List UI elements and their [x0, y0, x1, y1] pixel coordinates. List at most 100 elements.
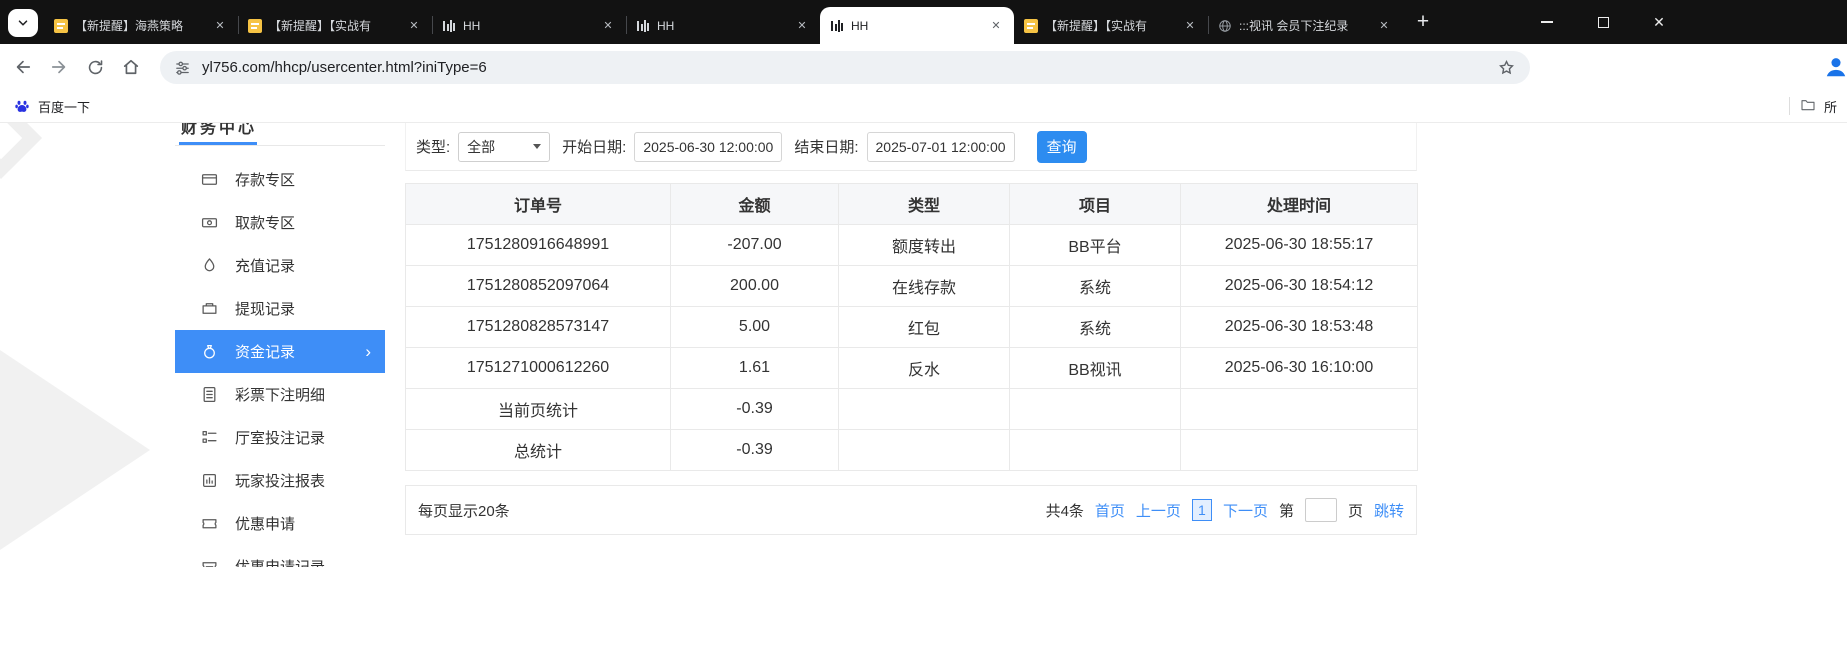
current-page-badge[interactable]: 1: [1192, 499, 1212, 521]
close-tab-icon[interactable]: ✕: [1376, 18, 1392, 34]
withdraw-box-icon: [201, 300, 218, 317]
profile-avatar[interactable]: [1821, 52, 1847, 82]
start-date-input[interactable]: [634, 132, 782, 162]
droplet-icon: [201, 257, 218, 274]
sidebar-item-promo-application[interactable]: 优惠申请: [175, 502, 385, 545]
reload-button[interactable]: [80, 52, 110, 82]
close-tab-icon[interactable]: ✕: [988, 18, 1004, 34]
new-tab-button[interactable]: +: [1408, 9, 1438, 37]
maximize-button[interactable]: [1575, 0, 1631, 44]
close-tab-icon[interactable]: ✕: [1182, 18, 1198, 34]
cell-empty: [1181, 389, 1418, 430]
close-window-button[interactable]: ✕: [1631, 0, 1687, 44]
sidebar-item-promo-application-records[interactable]: 优惠申请记录: [175, 545, 385, 567]
cell-amount: -207.00: [671, 225, 839, 266]
col-amount: 金额: [671, 184, 839, 225]
bookmarks-right: 所: [1789, 97, 1837, 116]
tab-search-button[interactable]: [8, 9, 38, 37]
folder-icon: [1800, 97, 1816, 116]
tabs: 【新提醒】海燕策略 ✕ 【新提醒】【实战有 ✕ HH ✕ HH ✕ HH: [44, 7, 1402, 44]
active-tab-underline: [179, 142, 257, 145]
window-controls: ✕: [1519, 0, 1687, 44]
back-button[interactable]: [8, 52, 38, 82]
forward-icon: [49, 57, 69, 77]
tab-1[interactable]: 【新提醒】海燕策略 ✕: [44, 7, 238, 44]
sidebar-item-withdrawal-records[interactable]: 提现记录: [175, 287, 385, 330]
sidebar-item-player-bet-report[interactable]: 玩家投注报表: [175, 459, 385, 502]
tab-2[interactable]: 【新提醒】【实战有 ✕: [238, 7, 432, 44]
home-button[interactable]: [116, 52, 146, 82]
bookmark-label: 百度一下: [38, 97, 90, 116]
sidebar-menu: 存款专区 取款专区 充值记录 提现记录 资金记录 ›: [175, 146, 385, 567]
tune-icon: [174, 59, 191, 76]
table-header-row: 订单号 金额 类型 项目 处理时间: [406, 184, 1418, 225]
type-select[interactable]: 全部: [458, 132, 550, 162]
col-project: 项目: [1010, 184, 1181, 225]
close-tab-icon[interactable]: ✕: [406, 18, 422, 34]
close-tab-icon[interactable]: ✕: [794, 18, 810, 34]
bookmarks-bar: 百度一下 所: [0, 90, 1847, 123]
jump-suffix-text: 页: [1348, 500, 1363, 521]
first-page-link[interactable]: 首页: [1095, 500, 1125, 521]
sidebar-item-label: 取款专区: [235, 212, 295, 233]
tab-3[interactable]: HH ✕: [432, 7, 626, 44]
tab-4[interactable]: HH ✕: [626, 7, 820, 44]
close-tab-icon[interactable]: ✕: [600, 18, 616, 34]
sidebar-item-lottery-bet-details[interactable]: 彩票下注明细: [175, 373, 385, 416]
page-size-text: 每页显示20条: [418, 500, 510, 521]
search-button[interactable]: 查询: [1037, 131, 1087, 163]
sidebar-item-hall-bet-records[interactable]: 厅室投注记录: [175, 416, 385, 459]
tab-7[interactable]: :::视讯 会员下注纪录 ✕: [1208, 7, 1402, 44]
sidebar-item-label: 彩票下注明细: [235, 384, 325, 405]
baidu-icon: [14, 98, 30, 114]
url-bar[interactable]: yl756.com/hhcp/usercenter.html?iniType=6: [160, 51, 1530, 84]
prev-page-link[interactable]: 上一页: [1136, 500, 1181, 521]
tab-5-active[interactable]: HH ✕: [820, 7, 1014, 44]
sidebar-item-label: 充值记录: [235, 255, 295, 276]
col-type: 类型: [839, 184, 1010, 225]
star-icon[interactable]: [1497, 58, 1516, 77]
decorative-triangle: [0, 350, 150, 550]
records-table: 订单号 金额 类型 项目 处理时间 1751280916648991 -207.…: [405, 183, 1418, 471]
decorative-chevron: [0, 123, 42, 179]
cell-amount: -0.39: [671, 389, 839, 430]
sidebar-item-withdrawal-zone[interactable]: 取款专区: [175, 201, 385, 244]
cell-order-id: 1751280852097064: [406, 266, 671, 307]
bars-icon: [830, 19, 844, 33]
next-page-link[interactable]: 下一页: [1223, 500, 1268, 521]
pagination-bar: 每页显示20条 共4条 首页 上一页 1 下一页 第 页 跳转: [405, 485, 1417, 535]
cell-project: 系统: [1010, 266, 1181, 307]
sidebar-item-recharge-records[interactable]: 充值记录: [175, 244, 385, 287]
reload-icon: [86, 58, 105, 77]
cell-amount: 1.61: [671, 348, 839, 389]
caret-down-icon: [533, 144, 541, 149]
main-panel: 类型: 全部 开始日期: 结束日期: 查询 订单号 金额 类型: [405, 123, 1417, 535]
sidebar: 财务中心 存款专区 取款专区 充值记录 提现记录: [175, 123, 385, 567]
page-content: 财务中心 存款专区 取款专区 充值记录 提现记录: [0, 123, 1847, 665]
tab-6[interactable]: 【新提醒】【实战有 ✕: [1014, 7, 1208, 44]
tab-strip: 【新提醒】海燕策略 ✕ 【新提醒】【实战有 ✕ HH ✕ HH ✕ HH: [0, 0, 1847, 44]
close-tab-icon[interactable]: ✕: [212, 18, 228, 34]
back-icon: [13, 57, 33, 77]
card-icon: [201, 171, 218, 188]
sidebar-item-deposit-zone[interactable]: 存款专区: [175, 158, 385, 201]
cell-label: 当前页统计: [406, 389, 671, 430]
cell-type: 反水: [839, 348, 1010, 389]
sidebar-item-funds-records[interactable]: 资金记录 ›: [175, 330, 385, 373]
jump-link[interactable]: 跳转: [1374, 500, 1404, 521]
table-row: 1751280828573147 5.00 红包 系统 2025-06-30 1…: [406, 307, 1418, 348]
cell-empty: [1010, 430, 1181, 471]
end-date-input[interactable]: [867, 132, 1015, 162]
minimize-button[interactable]: [1519, 0, 1575, 44]
tab-label: HH: [463, 19, 593, 33]
url-text[interactable]: yl756.com/hhcp/usercenter.html?iniType=6: [202, 59, 1486, 76]
bookmark-baidu[interactable]: 百度一下: [14, 97, 90, 116]
tab-label: HH: [851, 19, 981, 33]
all-bookmarks-folder[interactable]: 所: [1800, 97, 1837, 116]
forward-button[interactable]: [44, 52, 74, 82]
cell-label: 总统计: [406, 430, 671, 471]
sidebar-item-label: 玩家投注报表: [235, 470, 325, 491]
cell-type: 额度转出: [839, 225, 1010, 266]
page-jump-input[interactable]: [1305, 498, 1337, 522]
cell-time: 2025-06-30 18:53:48: [1181, 307, 1418, 348]
